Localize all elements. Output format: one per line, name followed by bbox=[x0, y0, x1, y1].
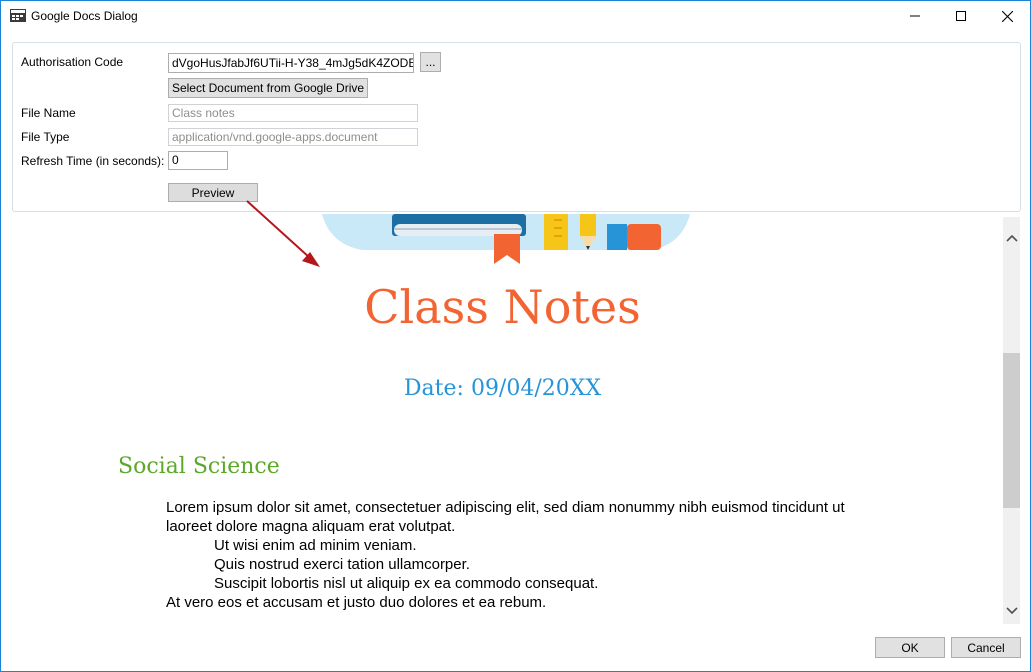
file-type-label: File Type bbox=[21, 130, 70, 144]
minimize-button[interactable] bbox=[892, 1, 938, 31]
minimize-icon bbox=[910, 15, 920, 17]
scroll-up-button[interactable] bbox=[1003, 229, 1020, 246]
auth-code-input[interactable]: dVgoHusJfabJf6UTii-H-Y38_4mJg5dK4ZODEM bbox=[168, 53, 414, 73]
paragraph-line: Lorem ipsum dolor sit amet, consectetuer… bbox=[166, 499, 845, 516]
close-button[interactable] bbox=[984, 1, 1030, 31]
dialog-window: Google Docs Dialog Authorisation Code dV… bbox=[0, 0, 1031, 672]
document-preview: Class Notes Date: 09/04/20XX Social Scie… bbox=[2, 214, 1003, 624]
ok-button[interactable]: OK bbox=[875, 637, 945, 658]
indented-line: Ut wisi enim ad minim veniam. bbox=[214, 537, 417, 554]
select-document-button[interactable]: Select Document from Google Drive bbox=[168, 78, 368, 98]
file-name-label: File Name bbox=[21, 106, 76, 120]
refresh-time-label: Refresh Time (in seconds): bbox=[21, 154, 165, 168]
file-type-field: application/vnd.google-apps.document bbox=[168, 128, 418, 146]
scroll-thumb[interactable] bbox=[1003, 353, 1020, 508]
paragraph-line: At vero eos et accusam et justo duo dolo… bbox=[166, 594, 547, 611]
chevron-down-icon bbox=[1005, 606, 1018, 614]
maximize-icon bbox=[956, 11, 966, 21]
refresh-time-input[interactable]: 0 bbox=[168, 151, 228, 170]
section-heading: Social Science bbox=[118, 454, 280, 479]
paragraph-line: laoreet dolore magna aliquam erat volutp… bbox=[166, 518, 456, 535]
cancel-button[interactable]: Cancel bbox=[951, 637, 1021, 658]
callout-arrow-icon bbox=[246, 200, 320, 267]
preview-scrollbar[interactable] bbox=[1003, 217, 1020, 624]
browse-auth-button[interactable]: ... bbox=[420, 52, 441, 72]
file-name-field: Class notes bbox=[168, 104, 418, 122]
title-bar[interactable]: Google Docs Dialog bbox=[1, 1, 1030, 31]
maximize-button[interactable] bbox=[938, 1, 984, 31]
chevron-up-icon bbox=[1005, 234, 1018, 242]
scroll-down-button[interactable] bbox=[1003, 602, 1020, 619]
app-icon bbox=[10, 9, 26, 22]
document-date: Date: 09/04/20XX bbox=[403, 376, 602, 401]
auth-code-label: Authorisation Code bbox=[21, 55, 124, 69]
window-title: Google Docs Dialog bbox=[31, 9, 138, 23]
close-icon bbox=[1001, 10, 1013, 22]
indented-line: Quis nostrud exerci tation ullamcorper. bbox=[214, 556, 470, 573]
document-settings-group: Authorisation Code dVgoHusJfabJf6UTii-H-… bbox=[12, 42, 1021, 212]
indented-line: Suscipit lobortis nisl ut aliquip ex ea … bbox=[214, 575, 599, 592]
document-title: Class Notes bbox=[364, 280, 641, 334]
header-illustration bbox=[322, 214, 690, 264]
